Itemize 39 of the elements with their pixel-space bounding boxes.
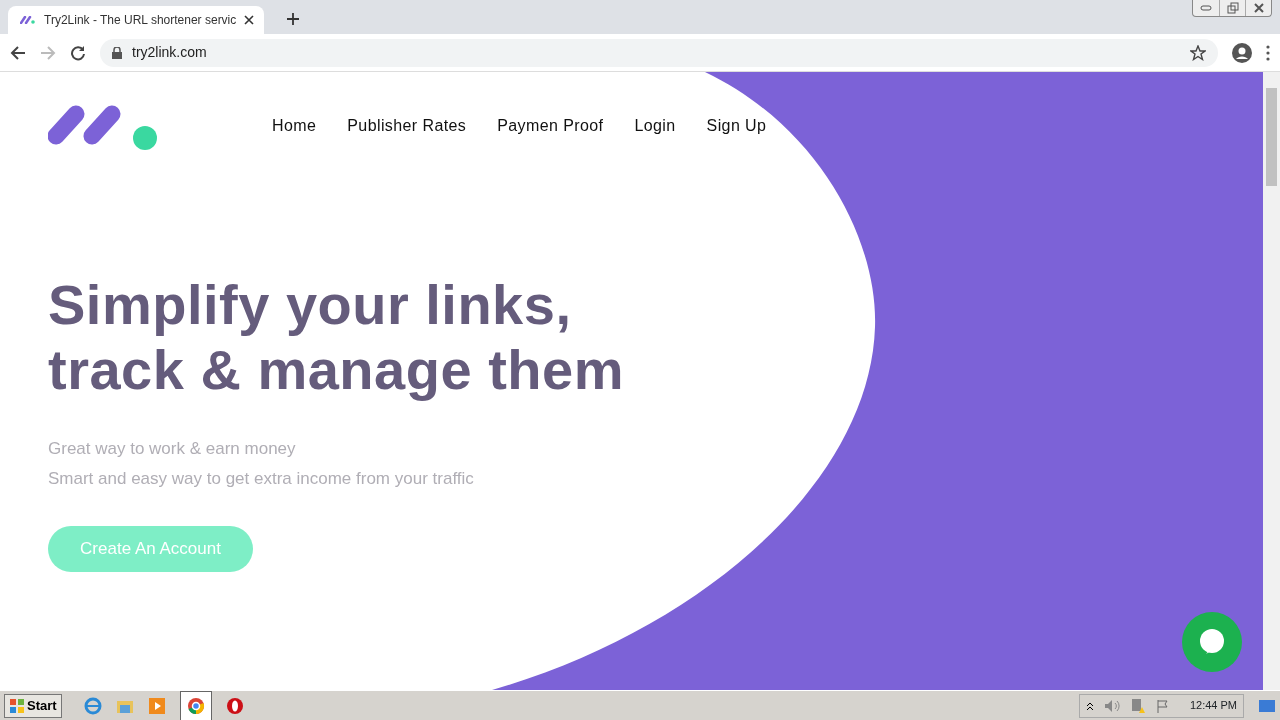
nav-link[interactable]: Login: [634, 114, 676, 138]
account-icon[interactable]: [1232, 42, 1252, 63]
nav-link[interactable]: Paymen Proof: [497, 114, 604, 138]
close-window-icon[interactable]: [1252, 2, 1265, 14]
back-icon[interactable]: [10, 44, 26, 61]
subtitle-text: Smart and easy way to get extra income from your traffic: [48, 468, 475, 490]
nav-link[interactable]: Sign Up: [706, 114, 767, 138]
tab-title: Try2Link - The URL shortener servic: [44, 12, 237, 29]
speaker-icon[interactable]: [1103, 698, 1120, 713]
subtitle-text: Great way to work & earn money: [48, 438, 297, 460]
start-button[interactable]: Start: [4, 693, 62, 718]
opera-icon[interactable]: [225, 696, 244, 715]
new-tab-icon[interactable]: [286, 12, 301, 26]
scrollbar-thumb[interactable]: [1266, 88, 1277, 186]
browser-e-icon[interactable]: [83, 696, 102, 715]
show-desktop-icon[interactable]: [1258, 697, 1276, 714]
url-text: try2link.com: [132, 43, 208, 62]
network-warning-icon[interactable]: [1129, 697, 1146, 714]
minimize-icon[interactable]: [1200, 5, 1212, 11]
windows-logo-icon: [9, 697, 25, 714]
chrome-icon[interactable]: [186, 697, 205, 716]
address-bar[interactable]: try2link.com: [100, 38, 1218, 67]
hero-heading: Simplify your links, track & manage them: [48, 272, 625, 402]
menu-icon[interactable]: [1266, 44, 1270, 61]
reload-icon[interactable]: [70, 44, 86, 61]
lock-icon: [112, 46, 122, 59]
chat-icon: [1198, 628, 1226, 656]
close-icon[interactable]: [244, 15, 255, 25]
chat-button[interactable]: [1182, 612, 1242, 672]
restore-icon[interactable]: [1226, 2, 1239, 14]
flag-icon[interactable]: [1155, 698, 1170, 713]
chevron-up-icon[interactable]: [1085, 700, 1094, 711]
site-logo-icon: [20, 16, 36, 24]
star-icon[interactable]: [1190, 44, 1206, 61]
nav-link[interactable]: Home: [272, 114, 317, 138]
nav-link[interactable]: Publisher Rates: [347, 114, 467, 138]
browser-tab[interactable]: Try2Link - The URL shortener servic: [8, 6, 265, 34]
clock: 12:44 PM: [1189, 698, 1237, 714]
media-player-icon[interactable]: [147, 696, 166, 715]
